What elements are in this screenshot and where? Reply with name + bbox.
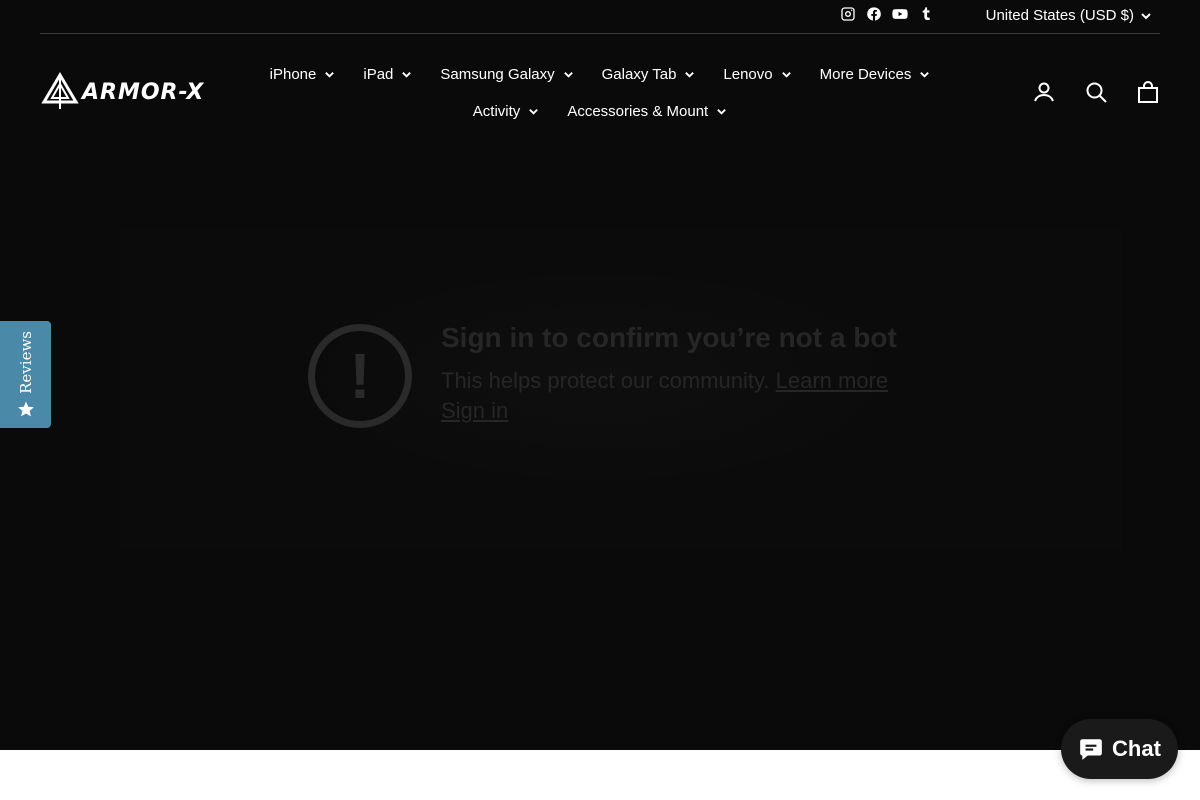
sign-in-link[interactable]: Sign in bbox=[441, 398, 508, 424]
bot-check-subtitle: This helps protect our community. Learn … bbox=[441, 368, 888, 394]
hero-section: United States (USD $) ARMOR-X iPhone iPa… bbox=[0, 0, 1200, 750]
nav-row-secondary: Activity Accessories & Mount bbox=[250, 93, 950, 130]
cart-icon[interactable] bbox=[1136, 78, 1160, 106]
nav-item-samsung-galaxy[interactable]: Samsung Galaxy bbox=[426, 66, 587, 83]
bot-check-subtitle-text: This helps protect our community. bbox=[441, 368, 770, 393]
bot-check-title: Sign in to confirm you’re not a bot bbox=[441, 322, 897, 353]
nav-row-primary: iPhone iPad Samsung Galaxy Galaxy Tab Le… bbox=[250, 56, 950, 93]
alert-icon: ! bbox=[308, 324, 412, 428]
nav-item-label: iPad bbox=[363, 66, 394, 83]
search-icon[interactable] bbox=[1084, 78, 1108, 106]
header-actions bbox=[1032, 78, 1160, 106]
chevron-down-icon bbox=[402, 72, 412, 78]
social-links bbox=[840, 6, 934, 22]
brand-logo[interactable]: ARMOR-X bbox=[40, 72, 210, 112]
nav-item-accessories-mount[interactable]: Accessories & Mount bbox=[553, 103, 741, 120]
nav-item-label: Lenovo bbox=[723, 66, 773, 83]
currency-selector[interactable]: United States (USD $) bbox=[986, 7, 1152, 24]
nav-item-galaxy-tab[interactable]: Galaxy Tab bbox=[588, 66, 710, 83]
chevron-down-icon bbox=[920, 72, 930, 78]
account-icon[interactable] bbox=[1032, 78, 1056, 106]
star-icon bbox=[17, 401, 34, 417]
nav-item-label: Samsung Galaxy bbox=[440, 66, 555, 83]
facebook-icon[interactable] bbox=[866, 6, 882, 22]
nav-item-more-devices[interactable]: More Devices bbox=[806, 66, 945, 83]
main-nav: iPhone iPad Samsung Galaxy Galaxy Tab Le… bbox=[250, 56, 950, 130]
chevron-down-icon bbox=[685, 72, 695, 78]
nav-item-activity[interactable]: Activity bbox=[459, 103, 554, 120]
armor-x-emblem-icon bbox=[41, 72, 79, 109]
nav-item-label: More Devices bbox=[819, 66, 912, 83]
nav-item-label: Galaxy Tab bbox=[601, 66, 677, 83]
reviews-tab-label: Reviews bbox=[16, 331, 35, 394]
logo-text: ARMOR-X bbox=[82, 79, 205, 105]
chevron-down-icon bbox=[563, 72, 573, 78]
nav-item-label: Accessories & Mount bbox=[567, 103, 709, 120]
nav-item-iphone[interactable]: iPhone bbox=[256, 66, 350, 83]
instagram-icon[interactable] bbox=[840, 6, 856, 22]
nav-item-label: Activity bbox=[472, 103, 521, 120]
utility-bar: United States (USD $) bbox=[40, 0, 1160, 34]
chat-button[interactable]: Chat bbox=[1061, 719, 1178, 779]
reviews-tab[interactable]: Reviews bbox=[0, 321, 51, 428]
learn-more-link[interactable]: Learn more bbox=[776, 368, 889, 393]
nav-item-lenovo[interactable]: Lenovo bbox=[709, 66, 805, 83]
chevron-down-icon bbox=[529, 109, 539, 115]
chevron-down-icon bbox=[325, 72, 335, 78]
chevron-down-icon bbox=[781, 72, 791, 78]
youtube-icon[interactable] bbox=[892, 6, 908, 22]
currency-label: United States (USD $) bbox=[985, 7, 1134, 24]
chevron-down-icon bbox=[1141, 12, 1151, 19]
chat-button-label: Chat bbox=[1112, 736, 1161, 761]
chevron-down-icon bbox=[717, 109, 727, 115]
tumblr-icon[interactable] bbox=[918, 6, 934, 22]
nav-item-label: iPhone bbox=[269, 66, 317, 83]
chat-bubble-icon bbox=[1080, 739, 1102, 760]
nav-item-ipad[interactable]: iPad bbox=[349, 66, 426, 83]
